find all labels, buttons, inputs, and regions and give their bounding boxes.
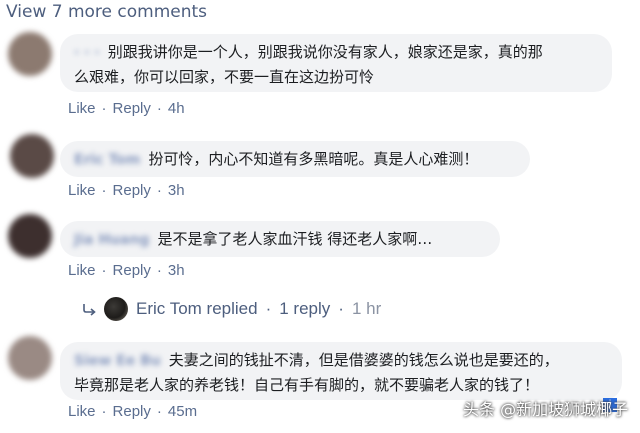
- avatar[interactable]: [8, 214, 52, 258]
- avatar[interactable]: [10, 134, 54, 178]
- separator-dot: ·: [156, 262, 162, 279]
- view-replies-link[interactable]: Eric Tom replied · 1 reply · 1 hr: [82, 296, 381, 322]
- view-more-comments-link[interactable]: View 7 more comments: [6, 2, 207, 22]
- like-button[interactable]: Like: [68, 403, 96, 420]
- avatar[interactable]: [8, 336, 52, 380]
- comment-actions: Like · Reply · 4h: [68, 100, 185, 117]
- separator-dot: ·: [101, 100, 107, 117]
- comment-text-line2: 么艰难，你可以回家，不要一直在这边扮可怜: [74, 68, 375, 86]
- comment-bubble: Jia Huang 是不是拿了老人家血汗钱 得还老人家啊…: [60, 221, 500, 257]
- replier-avatar: [104, 297, 128, 321]
- comment-bubble: Eric Tom 扮可怜，内心不知道有多黑暗呢。真是人心难测！: [60, 141, 530, 177]
- comment-text-line1: 扮可怜，内心不知道有多黑暗呢。真是人心难测！: [148, 150, 479, 168]
- like-button[interactable]: Like: [68, 100, 96, 117]
- reply-button[interactable]: Reply: [113, 262, 151, 279]
- comment-actions: Like · Reply · 45m: [68, 403, 197, 420]
- reply-button[interactable]: Reply: [113, 100, 151, 117]
- watermark: 头条 @新加坡狮城椰子: [463, 400, 629, 419]
- separator-dot: ·: [156, 100, 162, 117]
- comment-bubble: · · · 别跟我讲你是一个人，别跟我说你没有家人，娘家还是家，真的那 么艰难，你…: [60, 34, 612, 92]
- like-button[interactable]: Like: [68, 182, 96, 199]
- timestamp[interactable]: 45m: [168, 403, 197, 420]
- separator-dot: ·: [265, 299, 272, 318]
- commenter-name[interactable]: Eric Tom: [74, 148, 140, 172]
- separator-dot: ·: [338, 299, 344, 318]
- comment-actions: Like · Reply · 3h: [68, 182, 185, 199]
- comment-text-line2: 毕竟那是老人家的养老钱！自己有手有脚的，就不要骗老人家的钱了！: [74, 376, 540, 394]
- comment-bubble: Siew Ee Bu 夫妻之间的钱扯不清，但是借婆婆的钱怎么说也是要还的， 毕竟那…: [60, 342, 622, 400]
- commenter-name[interactable]: Siew Ee Bu: [74, 349, 161, 373]
- commenter-name[interactable]: · · ·: [74, 41, 100, 65]
- reply-button[interactable]: Reply: [113, 403, 151, 420]
- comment-actions: Like · Reply · 3h: [68, 262, 185, 279]
- reply-count: 1 reply: [279, 299, 331, 318]
- timestamp[interactable]: 3h: [168, 262, 185, 279]
- separator-dot: ·: [101, 262, 107, 279]
- separator-dot: ·: [156, 403, 162, 420]
- reply-arrow-icon: [83, 304, 96, 316]
- comment-text-line1: 是不是拿了老人家血汗钱 得还老人家啊…: [157, 230, 433, 248]
- like-button[interactable]: Like: [68, 262, 96, 279]
- separator-dot: ·: [156, 182, 162, 199]
- comment-text-line1: 别跟我讲你是一个人，别跟我说你没有家人，娘家还是家，真的那: [107, 43, 543, 61]
- replied-label: Eric Tom replied: [136, 299, 258, 318]
- timestamp[interactable]: 4h: [168, 100, 185, 117]
- reply-button[interactable]: Reply: [113, 182, 151, 199]
- separator-dot: ·: [101, 182, 107, 199]
- timestamp[interactable]: 3h: [168, 182, 185, 199]
- reply-timestamp: 1 hr: [351, 299, 382, 318]
- separator-dot: ·: [101, 403, 107, 420]
- avatar[interactable]: [8, 32, 52, 76]
- comment-text-line1: 夫妻之间的钱扯不清，但是借婆婆的钱怎么说也是要还的，: [168, 351, 559, 369]
- commenter-name[interactable]: Jia Huang: [74, 228, 149, 252]
